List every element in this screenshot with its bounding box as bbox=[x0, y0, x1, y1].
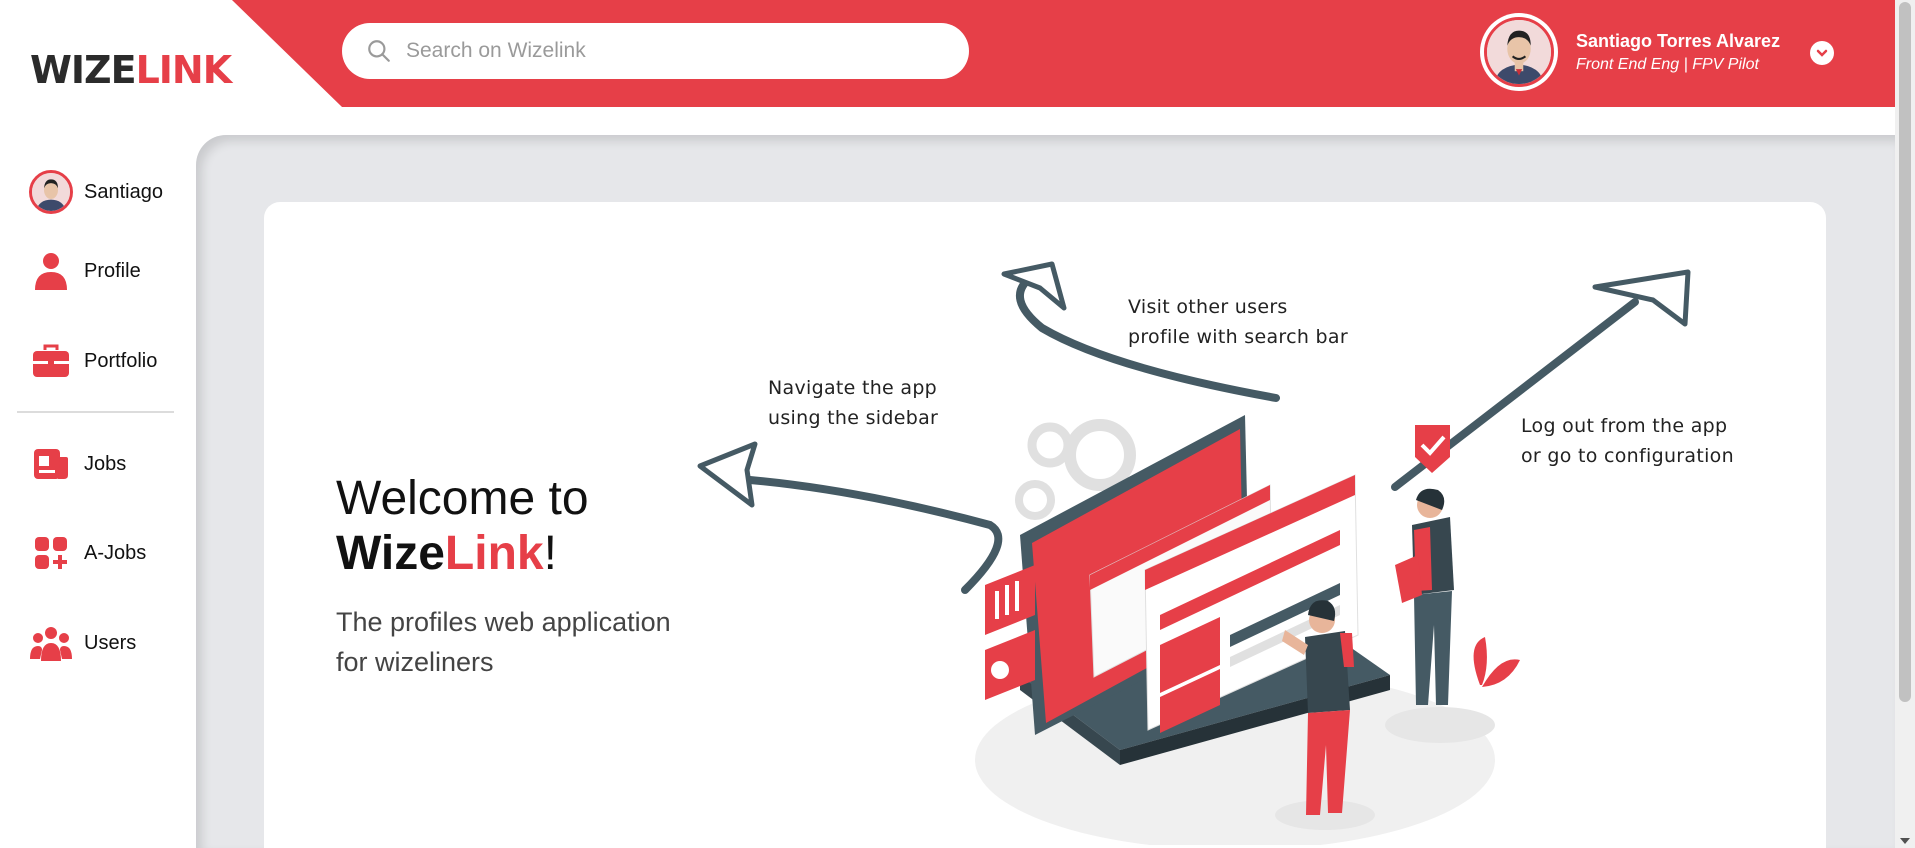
search-bar[interactable] bbox=[342, 23, 969, 79]
sidebar-divider bbox=[17, 411, 174, 413]
sidebar-item-portfolio[interactable]: Portfolio bbox=[28, 338, 157, 384]
search-icon bbox=[368, 40, 390, 62]
welcome-heading: Welcome to WizeLink! bbox=[336, 471, 589, 581]
scroll-down-arrow-icon[interactable] bbox=[1900, 838, 1910, 844]
app-root: WIZELINK Santiago Torres Al bbox=[0, 0, 1915, 848]
user-role: Front End Eng | FPV Pilot bbox=[1576, 55, 1759, 73]
logo-part-2: LINK bbox=[135, 48, 233, 92]
brand-suffix: ! bbox=[543, 527, 557, 580]
sidebar-item-label: Santiago bbox=[84, 180, 163, 203]
brand-wize: Wize bbox=[336, 527, 445, 580]
sidebar-item-a-jobs[interactable]: A-Jobs bbox=[28, 530, 146, 576]
note-sidebar: Navigate the app using the sidebar bbox=[768, 373, 938, 433]
sidebar-item-label: A-Jobs bbox=[84, 541, 147, 564]
user-name: Santiago Torres Alvarez bbox=[1576, 30, 1781, 51]
sidebar-item-jobs[interactable]: Jobs bbox=[28, 441, 126, 487]
scrollbar-thumb[interactable] bbox=[1899, 2, 1911, 702]
briefcase-icon bbox=[33, 344, 69, 377]
note-line: Navigate the app bbox=[768, 377, 938, 399]
wizelink-logo[interactable]: WIZELINK bbox=[30, 48, 233, 92]
grid-plus-icon bbox=[35, 537, 67, 569]
welcome-subtitle: The profiles web application for wizelin… bbox=[336, 607, 671, 677]
newspaper-icon bbox=[34, 449, 68, 479]
person-icon bbox=[35, 253, 67, 290]
brand-link: Link bbox=[444, 527, 544, 580]
sidebar-item-users[interactable]: Users bbox=[28, 620, 136, 666]
sidebar-item-label: Jobs bbox=[84, 452, 127, 475]
sidebar-item-label: Profile bbox=[84, 259, 141, 282]
arrow-to-search bbox=[1001, 261, 1280, 402]
sidebar-item-label: Users bbox=[84, 631, 137, 654]
avatar bbox=[29, 170, 73, 214]
welcome-illustration bbox=[975, 415, 1520, 845]
sidebar-item-profile[interactable]: Profile bbox=[28, 248, 141, 294]
welcome-prefix: Welcome to bbox=[336, 472, 589, 525]
logo-part-1: WIZE bbox=[30, 48, 137, 92]
sidebar-item-label: Portfolio bbox=[84, 349, 158, 372]
chevron-down-icon[interactable] bbox=[1810, 41, 1834, 65]
user-avatar[interactable] bbox=[1480, 13, 1558, 91]
page-scrollbar[interactable] bbox=[1895, 0, 1915, 848]
user-menu[interactable]: Santiago Torres Alvarez Front End Eng | … bbox=[1480, 12, 1780, 92]
search-input[interactable] bbox=[406, 39, 926, 63]
note-line: using the sidebar bbox=[768, 407, 939, 429]
users-icon bbox=[30, 627, 72, 661]
sidebar-item-santiago[interactable]: Santiago bbox=[28, 169, 163, 215]
